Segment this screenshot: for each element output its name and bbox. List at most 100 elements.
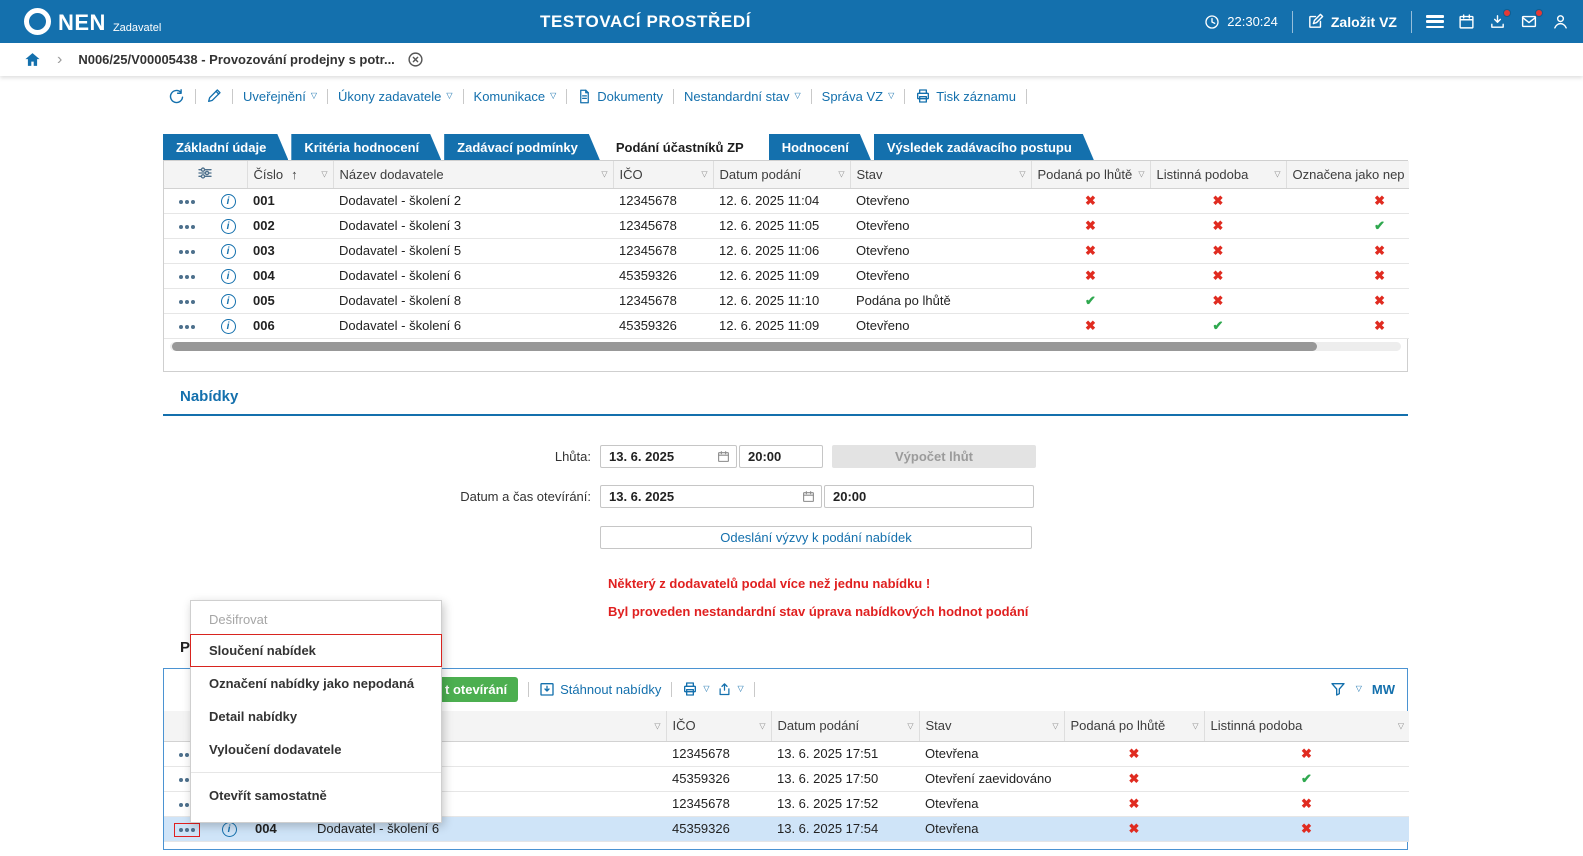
tab-hodnoceni[interactable]: Hodnocení — [769, 134, 871, 160]
col-stav[interactable]: Stav▽ — [850, 161, 1031, 188]
menu-dokumenty[interactable]: Dokumenty — [577, 89, 663, 104]
col-datum-podani[interactable]: Datum podání▽ — [713, 161, 850, 188]
filter-caret-icon[interactable]: ▽ — [601, 170, 607, 179]
info-icon[interactable]: i — [222, 822, 237, 837]
info-icon[interactable]: i — [221, 219, 236, 234]
lhuta-date-input[interactable]: 13. 6. 2025 — [600, 445, 737, 468]
export-offers-button[interactable]: ▽ — [717, 682, 743, 697]
row-menu-icon[interactable] — [179, 325, 195, 329]
row-menu-icon[interactable] — [179, 275, 195, 279]
downloads-button[interactable] — [1489, 13, 1506, 30]
menu-item-oznaceni-nepodana[interactable]: Označení nabídky jako nepodaná — [191, 667, 441, 700]
col-nazev-dodavatele[interactable]: Název dodavatele▽ — [333, 161, 613, 188]
row-menu-icon[interactable] — [179, 225, 195, 229]
filter-caret-icon[interactable]: ▽ — [1138, 170, 1144, 179]
vypocet-lhut-button[interactable]: Výpočet lhůt — [832, 445, 1036, 468]
po-lhute-mark: ✖ — [1129, 746, 1140, 761]
main-menu-button[interactable] — [1426, 15, 1444, 28]
lhuta-time-input[interactable]: 20:00 — [739, 445, 823, 468]
table-row[interactable]: i 006 Dodavatel - školení 6 45359326 12.… — [164, 313, 1409, 338]
nen-logo[interactable]: NEN Zadavatel — [24, 8, 161, 35]
menu-nestandardni-stav[interactable]: Nestandardní stav▽ — [684, 89, 801, 104]
breadcrumb-item[interactable]: N006/25/V00005438 - Provozování prodejny… — [78, 52, 394, 67]
messages-button[interactable] — [1520, 13, 1538, 30]
menu-item-detail-nabidky[interactable]: Detail nabídky — [191, 700, 441, 733]
filter-caret-icon[interactable]: ▽ — [654, 721, 660, 730]
history-button[interactable] — [168, 88, 185, 105]
table-row[interactable]: i 001 Dodavatel - školení 2 12345678 12.… — [164, 188, 1409, 213]
menu-ukony-zadavatele[interactable]: Úkony zadavatele▽ — [338, 89, 453, 104]
filter-caret-icon[interactable]: ▽ — [907, 721, 913, 730]
column-settings-header[interactable] — [164, 161, 247, 188]
calendar-icon[interactable] — [802, 490, 815, 503]
horizontal-scrollbar[interactable] — [170, 342, 1401, 351]
close-tab-icon[interactable] — [407, 51, 424, 68]
tab-zakladni-udaje[interactable]: Základní údaje — [163, 134, 288, 160]
oteviranni-time-input[interactable]: 20:00 — [824, 485, 1034, 508]
filter-caret-icon[interactable]: ▽ — [1274, 170, 1280, 179]
home-icon[interactable] — [24, 51, 41, 68]
profile-button[interactable] — [1552, 13, 1569, 30]
col-cislo[interactable]: Číslo ↑ ▽ — [247, 161, 333, 188]
filter-caret-icon[interactable]: ▽ — [701, 170, 707, 179]
menu-sprava-vz[interactable]: Správa VZ▽ — [822, 89, 895, 104]
menu-item-otevrit-samostatne[interactable]: Otevřít samostatně — [191, 779, 441, 812]
filter-caret-icon[interactable]: ▽ — [838, 170, 844, 179]
tab-podani-ucastniku-zp[interactable]: Podání účastníků ZP — [603, 134, 766, 160]
table-row[interactable]: i 002 Dodavatel - školení 3 12345678 12.… — [164, 213, 1409, 238]
menu-item-slouceni-nabidek[interactable]: Sloučení nabídek — [190, 634, 442, 667]
tab-vysledek-zadavaciho-postupu[interactable]: Výsledek zadávacího postupu — [874, 134, 1094, 160]
filter-icon[interactable] — [1330, 681, 1346, 697]
table-row[interactable]: i 005 Dodavatel - školení 8 12345678 12.… — [164, 288, 1409, 313]
filter-caret-icon[interactable]: ▽ — [759, 721, 765, 730]
print-offers-button[interactable]: ▽ — [682, 681, 709, 697]
mw-link[interactable]: MW — [1372, 682, 1395, 697]
col-listinna-podoba[interactable]: Listinná podoba▽ — [1150, 161, 1286, 188]
calendar-button[interactable] — [1458, 13, 1475, 30]
col-ico[interactable]: IČO▽ — [666, 711, 771, 741]
row-menu-icon[interactable] — [179, 250, 195, 254]
row-menu-icon[interactable] — [179, 828, 195, 832]
row-menu-icon[interactable] — [179, 200, 195, 204]
filter-caret-icon[interactable]: ▽ — [1052, 721, 1058, 730]
filter-caret-icon[interactable]: ▽ — [1192, 721, 1198, 730]
sort-asc-icon[interactable]: ↑ — [291, 167, 298, 182]
menu-uverejneni[interactable]: Uveřejnění▽ — [243, 89, 317, 104]
divider — [463, 89, 464, 104]
download-offers-button[interactable]: Stáhnout nabídky — [539, 681, 661, 697]
info-icon[interactable]: i — [221, 294, 236, 309]
scrollbar-thumb[interactable] — [172, 342, 1317, 351]
print-record-button[interactable]: Tisk záznamu — [915, 88, 1016, 104]
create-vz-button[interactable]: Založit VZ — [1307, 13, 1397, 30]
col-podana-po-lhute[interactable]: Podaná po lhůtě▽ — [1031, 161, 1150, 188]
col-datum-podani[interactable]: Datum podání▽ — [771, 711, 919, 741]
col-listinna-podoba[interactable]: Listinná podoba▽ — [1204, 711, 1409, 741]
tab-kriteria-hodnoceni[interactable]: Kritéria hodnocení — [291, 134, 441, 160]
col-cislo-label: Číslo — [254, 167, 284, 182]
menu-item-vylouceni-dodavatele[interactable]: Vyloučení dodavatele — [191, 733, 441, 766]
col-stav[interactable]: Stav▽ — [919, 711, 1064, 741]
info-icon[interactable]: i — [221, 319, 236, 334]
table-row[interactable]: i 003 Dodavatel - školení 5 12345678 12.… — [164, 238, 1409, 263]
filter-caret-icon[interactable]: ▽ — [1356, 685, 1362, 693]
filter-caret-icon[interactable]: ▽ — [321, 170, 327, 179]
col-oznacena[interactable]: Označena jako nep — [1286, 161, 1409, 188]
info-icon[interactable]: i — [221, 244, 236, 259]
info-icon[interactable]: i — [221, 194, 236, 209]
oteviranni-date-input[interactable]: 13. 6. 2025 — [600, 485, 822, 508]
odeslani-vyzvy-button[interactable]: Odeslání výzvy k podání nabídek — [600, 526, 1032, 549]
row-menu-icon[interactable] — [179, 300, 195, 304]
listinna-mark: ✖ — [1301, 821, 1312, 836]
tab-zadavaci-podminky[interactable]: Zadávací podmínky — [444, 134, 600, 160]
filter-caret-icon[interactable]: ▽ — [1019, 170, 1025, 179]
column-settings-icon[interactable] — [197, 165, 213, 181]
edit-record-button[interactable] — [206, 88, 222, 104]
info-icon[interactable]: i — [221, 269, 236, 284]
table-row[interactable]: i 004 Dodavatel - školení 6 45359326 12.… — [164, 263, 1409, 288]
filter-caret-icon[interactable]: ▽ — [1398, 721, 1404, 730]
col-podana-po-lhute[interactable]: Podaná po lhůtě▽ — [1064, 711, 1204, 741]
cell-nazev: Dodavatel - školení 6 — [333, 263, 613, 288]
menu-komunikace[interactable]: Komunikace▽ — [474, 89, 557, 104]
calendar-icon[interactable] — [717, 450, 730, 463]
col-ico[interactable]: IČO▽ — [613, 161, 713, 188]
